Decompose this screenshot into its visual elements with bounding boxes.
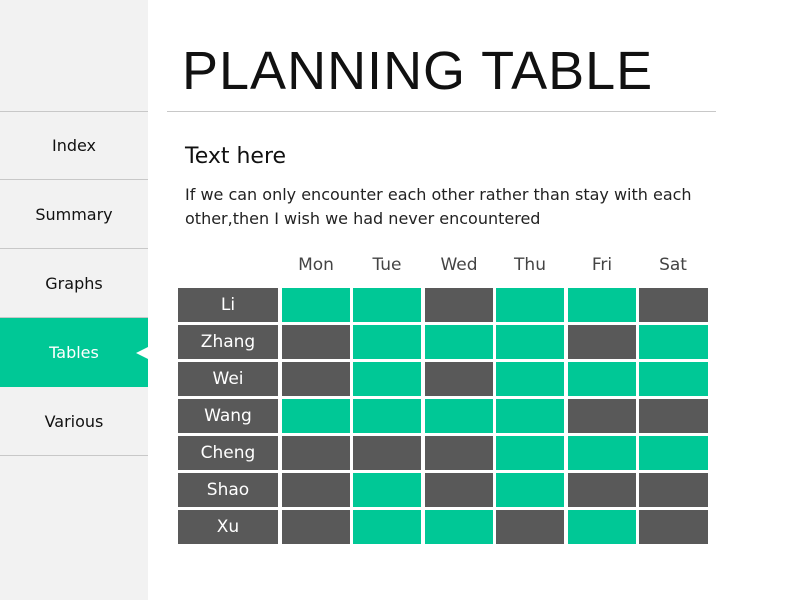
sidebar-item-summary[interactable]: Summary (0, 180, 148, 249)
schedule-cell-available (568, 362, 636, 396)
schedule-cell-available (353, 399, 421, 433)
schedule-cell-available (568, 288, 636, 322)
schedule-cell-available (425, 399, 493, 433)
schedule-cell-busy (425, 362, 493, 396)
schedule-cell-busy (496, 510, 564, 544)
sidebar: Index Summary Graphs Tables Various (0, 0, 148, 600)
schedule-cell-available (353, 362, 421, 396)
schedule-cell-busy (568, 325, 636, 359)
schedule-cell-busy (353, 436, 421, 470)
day-header-thu: Thu (514, 255, 546, 275)
sidebar-item-label: Index (51, 136, 97, 155)
sidebar-item-tables[interactable]: Tables (0, 318, 148, 387)
sidebar-item-label: Various (44, 411, 104, 431)
schedule-cell-available (425, 325, 493, 359)
schedule-cell-available (568, 436, 636, 470)
sidebar-item-index[interactable]: Index (0, 111, 148, 180)
row-name: Wei (178, 362, 278, 396)
schedule-cell-busy (639, 399, 708, 433)
schedule-cell-available (425, 510, 493, 544)
day-header-sat: Sat (659, 255, 687, 275)
row-name: Cheng (178, 436, 278, 470)
row-name: Li (178, 288, 278, 322)
schedule-cell-busy (282, 473, 350, 507)
schedule-cell-busy (282, 436, 350, 470)
schedule-cell-busy (639, 510, 708, 544)
schedule-cell-available (639, 436, 708, 470)
schedule-cell-busy (568, 473, 636, 507)
schedule-cell-busy (282, 510, 350, 544)
schedule-cell-busy (639, 288, 708, 322)
schedule-cell-available (353, 473, 421, 507)
schedule-cell-available (568, 510, 636, 544)
schedule-cell-available (353, 325, 421, 359)
section-heading: Text here (185, 144, 287, 169)
schedule-cell-available (496, 436, 564, 470)
day-header-fri: Fri (591, 255, 613, 275)
schedule-cell-busy (282, 325, 350, 359)
day-header-tue: Tue (372, 255, 402, 275)
title-divider (167, 111, 716, 112)
schedule-cell-available (353, 288, 421, 322)
schedule-cell-available (496, 288, 564, 322)
sidebar-item-graphs[interactable]: Graphs (0, 249, 148, 318)
sidebar-item-various[interactable]: Various (0, 387, 148, 456)
page-title: PLANNING TABLE (182, 41, 654, 101)
schedule-cell-busy (425, 436, 493, 470)
row-name: Xu (178, 510, 278, 544)
schedule-cell-available (639, 362, 708, 396)
schedule-cell-available (282, 288, 350, 322)
schedule-cell-busy (425, 473, 493, 507)
row-name: Zhang (178, 325, 278, 359)
row-name: Wang (178, 399, 278, 433)
schedule-cell-busy (639, 473, 708, 507)
schedule-cell-available (496, 473, 564, 507)
schedule-cell-busy (425, 288, 493, 322)
sidebar-item-label: Tables (49, 343, 99, 362)
schedule-cell-busy (282, 362, 350, 396)
sidebar-item-label: Graphs (45, 273, 103, 293)
sidebar-item-label: Summary (35, 204, 113, 224)
day-header-wed: Wed (440, 255, 478, 275)
schedule-cell-busy (568, 399, 636, 433)
schedule-cell-available (639, 325, 708, 359)
section-paragraph: If we can only encounter each other rath… (185, 185, 692, 228)
schedule-cell-available (496, 362, 564, 396)
schedule-cell-available (353, 510, 421, 544)
day-header-mon: Mon (298, 255, 334, 275)
schedule-cell-available (496, 399, 564, 433)
row-name: Shao (178, 473, 278, 507)
schedule-cell-available (282, 399, 350, 433)
schedule-cell-available (496, 325, 564, 359)
